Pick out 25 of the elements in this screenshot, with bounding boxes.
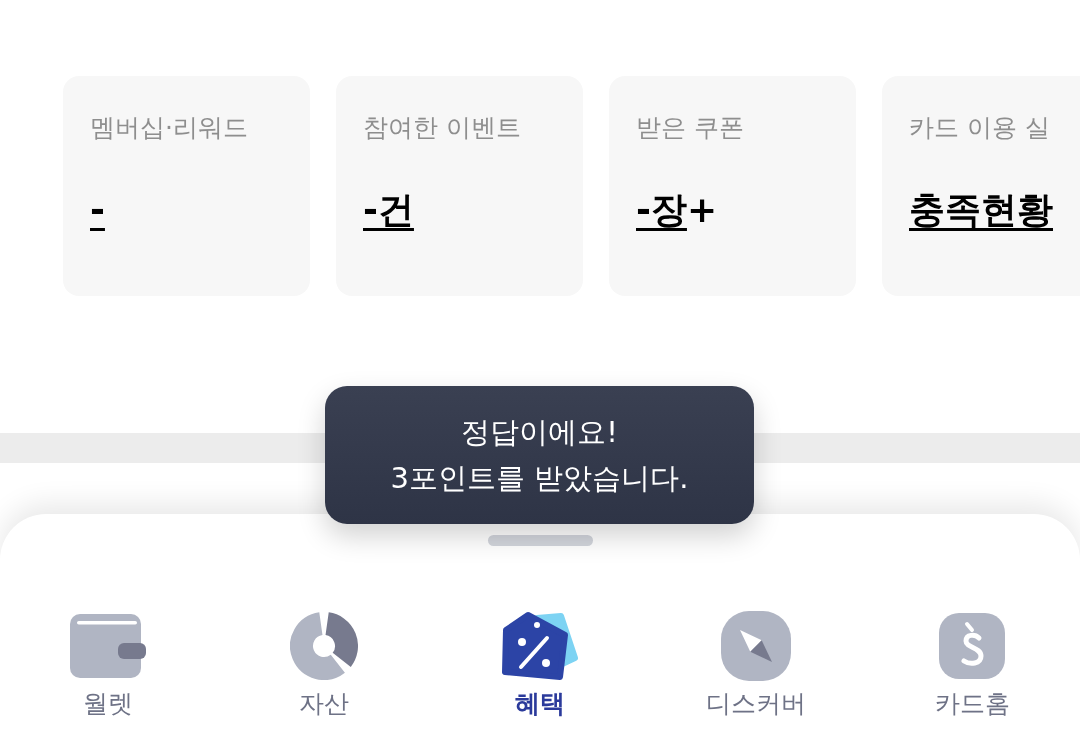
card-label: 멤버십·리워드 <box>90 112 249 144</box>
card-home-icon <box>939 613 1005 679</box>
wallet-icon <box>70 614 146 678</box>
value-link[interactable]: -장 <box>636 186 687 234</box>
value-link[interactable]: - <box>90 186 105 234</box>
summary-card[interactable]: 카드 이용 실 충족현황 <box>882 76 1080 296</box>
card-label: 참여한 이벤트 <box>363 112 522 144</box>
nav-tab[interactable]: 디스커버 <box>706 610 806 720</box>
summary-card[interactable]: 받은 쿠폰 -장+ <box>609 76 856 296</box>
nav-tab[interactable]: 월렛 <box>70 610 146 720</box>
card-label: 카드 이용 실 <box>909 112 1051 144</box>
toast-message: 정답이에요! 3포인트를 받았습니다. <box>325 386 754 524</box>
nav-tab[interactable]: 카드홈 <box>934 610 1010 720</box>
percent-tag-icon <box>501 611 579 681</box>
summary-card[interactable]: 멤버십·리워드 - <box>63 76 310 296</box>
drag-handle[interactable] <box>487 535 593 546</box>
nav-tab[interactable]: 자산 <box>290 610 358 720</box>
value-link[interactable]: 충족현황 <box>909 186 1053 234</box>
compass-icon <box>721 611 791 681</box>
donut-chart-icon <box>290 612 358 680</box>
value-link[interactable]: -건 <box>363 186 414 234</box>
nav-tab[interactable]: 혜택 <box>501 610 579 720</box>
card-label: 받은 쿠폰 <box>636 112 745 144</box>
plus-label: + <box>686 188 718 232</box>
summary-card[interactable]: 참여한 이벤트 -건 <box>336 76 583 296</box>
